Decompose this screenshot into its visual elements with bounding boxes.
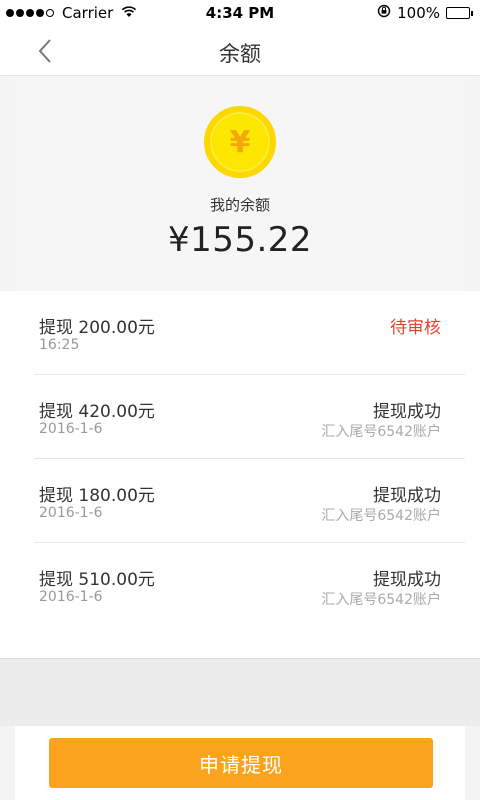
spacer-band [0, 658, 480, 726]
nav-bar: 余额 [0, 26, 480, 76]
record-title: 提现 420.00元 [39, 402, 155, 422]
record-note: 汇入尾号6542账户 [321, 508, 441, 524]
record-status: 待审核 [390, 318, 441, 338]
record-note: 汇入尾号6542账户 [321, 424, 441, 440]
record-note: 汇入尾号6542账户 [321, 592, 441, 608]
status-bar: Carrier 4:34 PM 100% [0, 0, 480, 26]
balance-panel: ¥ 我的余额 ¥155.22 [15, 76, 465, 291]
yuan-coin-icon: ¥ [204, 106, 276, 178]
battery-icon [446, 7, 473, 19]
record-title: 提现 200.00元 [39, 318, 155, 338]
record-status: 提现成功 [373, 486, 441, 506]
screen: Carrier 4:34 PM 100% 余额 ¥ 我的余额 ¥155.22 提… [0, 0, 480, 800]
list-item[interactable]: 提现 200.00元 16:25 待审核 [34, 291, 465, 375]
record-date: 2016-1-6 [39, 421, 103, 437]
status-bar-right: 100% [377, 4, 473, 22]
list-item[interactable]: 提现 180.00元 2016-1-6 提现成功 汇入尾号6542账户 [34, 459, 465, 543]
record-status: 提现成功 [373, 402, 441, 422]
record-title: 提现 510.00元 [39, 570, 155, 590]
footer: 申请提现 [15, 726, 465, 800]
withdraw-button[interactable]: 申请提现 [49, 738, 433, 788]
coin-symbol: ¥ [229, 124, 251, 160]
record-date: 2016-1-6 [39, 589, 103, 605]
list-item[interactable]: 提现 510.00元 2016-1-6 提现成功 汇入尾号6542账户 [34, 543, 465, 627]
balance-amount: ¥155.22 [167, 220, 313, 260]
rotation-lock-icon [377, 4, 391, 22]
record-status: 提现成功 [373, 570, 441, 590]
record-date: 16:25 [39, 337, 80, 353]
page-title: 余额 [219, 42, 261, 66]
battery-percent: 100% [397, 4, 440, 22]
list-item[interactable]: 提现 420.00元 2016-1-6 提现成功 汇入尾号6542账户 [34, 375, 465, 459]
withdrawal-list: 提现 200.00元 16:25 待审核 提现 420.00元 2016-1-6… [0, 291, 480, 658]
record-date: 2016-1-6 [39, 505, 103, 521]
balance-label: 我的余额 [209, 196, 270, 214]
record-title: 提现 180.00元 [39, 486, 155, 506]
